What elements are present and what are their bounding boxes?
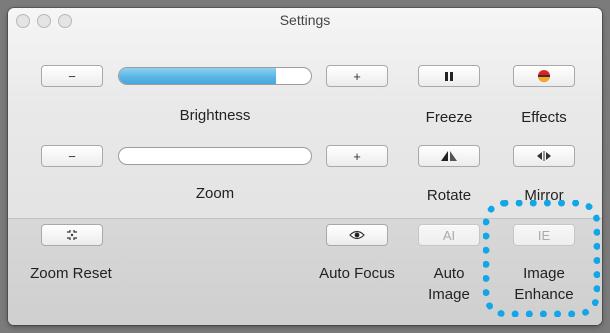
auto-image-button[interactable]: AI [418,224,480,246]
auto-image-label-line1: Auto [433,265,465,282]
zoom-reset-label: Zoom Reset [30,265,112,282]
plus-label: + [353,148,361,164]
effects-button[interactable] [513,65,575,87]
zoom-label: Zoom [195,185,235,202]
brightness-slider-fill [119,68,277,84]
brightness-increase-button[interactable]: + [326,65,388,87]
rotate-icon [441,151,457,161]
rotate-label: Rotate [426,187,472,204]
zoom-decrease-button[interactable]: − [41,145,103,167]
brightness-slider[interactable] [118,67,312,85]
auto-image-button-label: AI [442,227,456,243]
brightness-label: Brightness [179,107,251,124]
minus-label: − [68,148,76,164]
zoom-slider[interactable] [118,147,312,165]
freeze-label: Freeze [425,109,473,126]
mirror-button[interactable] [513,145,575,167]
auto-image-label: Auto Image [408,263,490,305]
effects-icon [537,69,551,83]
auto-focus-label: Auto Focus [319,265,395,282]
mirror-icon [537,151,551,161]
brightness-decrease-button[interactable]: − [41,65,103,87]
auto-image-label-line2: Image [428,286,470,303]
zoom-reset-icon [66,229,78,241]
auto-focus-button[interactable] [326,224,388,246]
image-enhance-highlight [483,200,600,317]
freeze-button[interactable] [418,65,480,87]
window-title: Settings [279,12,331,28]
zoom-increase-button[interactable]: + [326,145,388,167]
eye-icon [349,230,365,240]
title-bar: Settings [8,8,602,34]
rotate-button[interactable] [418,145,480,167]
effects-label: Effects [521,109,567,126]
plus-label: + [353,68,361,84]
pause-icon [445,71,453,81]
zoom-reset-button[interactable] [41,224,103,246]
minus-label: − [68,68,76,84]
